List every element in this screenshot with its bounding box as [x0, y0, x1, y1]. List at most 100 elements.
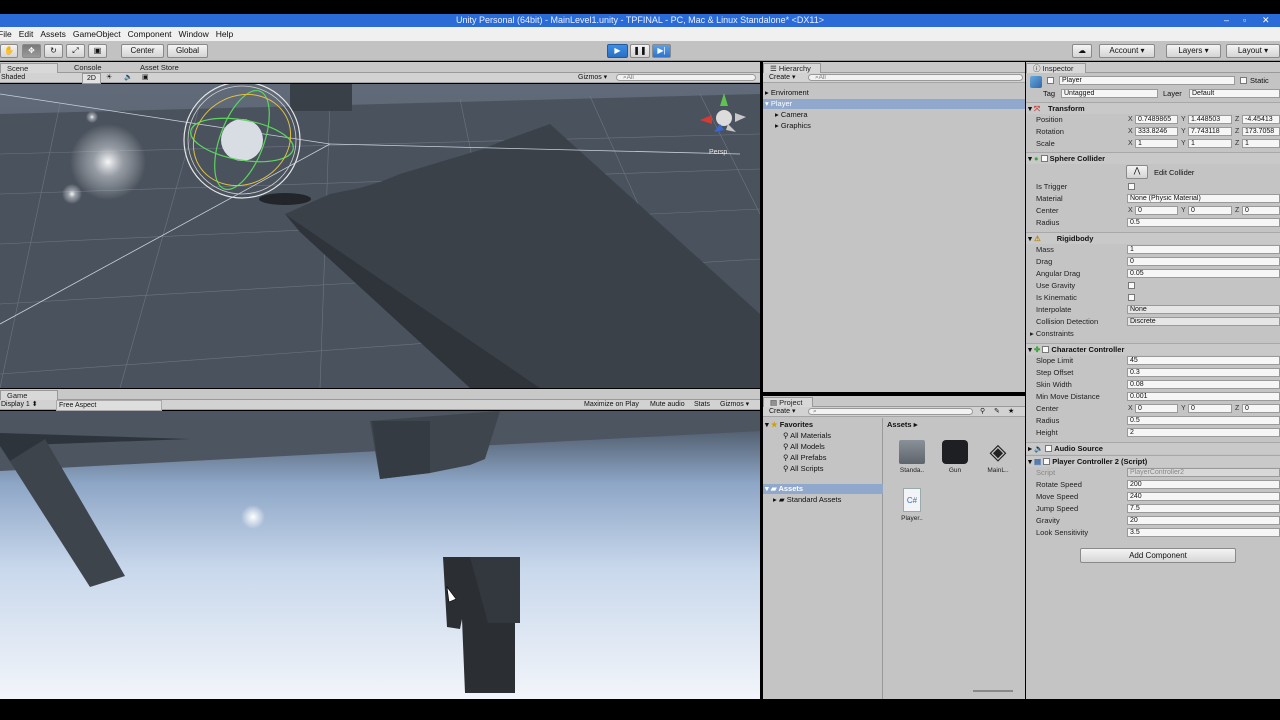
menu-edit[interactable]: Edit [17, 27, 39, 41]
rotate-tool-icon[interactable]: ↻ [44, 44, 63, 58]
jump-speed-field[interactable]: 7.5 [1127, 504, 1280, 513]
tab-inspector[interactable]: ⓘ Inspector [1026, 63, 1086, 73]
move-speed-field[interactable]: 240 [1127, 492, 1280, 501]
2d-toggle[interactable]: 2D [82, 73, 101, 84]
asset-player-script[interactable]: C# Player.. [893, 488, 931, 522]
account-dropdown[interactable]: Account ▾ [1099, 44, 1155, 58]
game-viewport[interactable] [0, 411, 760, 699]
maximize-icon[interactable]: ▫ [1243, 14, 1246, 27]
gameobject-active-checkbox[interactable] [1047, 77, 1054, 84]
rotate-speed-field[interactable]: 200 [1127, 480, 1280, 489]
audio-source-header[interactable]: ▸ 🔈 Audio Source [1026, 442, 1280, 454]
effects-toggle-icon[interactable]: ▣ [142, 73, 149, 82]
slope-limit-field[interactable]: 45 [1127, 356, 1280, 365]
transform-header[interactable]: ▾ ⤧ Transform [1026, 102, 1280, 114]
tab-project[interactable]: ▤ Project [763, 397, 813, 407]
scale-z-field[interactable]: 1 [1242, 139, 1280, 148]
position-y-field[interactable]: 1.448503 [1188, 115, 1232, 124]
sphere-collider-header[interactable]: ▾ ● Sphere Collider [1026, 152, 1280, 164]
filter-label-icon[interactable]: ✎ [994, 407, 1000, 416]
collider-center-y-field[interactable]: 0 [1188, 206, 1232, 215]
hierarchy-create-dropdown[interactable]: Create ▾ [769, 73, 795, 82]
asset-mainlevel1[interactable]: ◈ MainL.. [979, 440, 1017, 475]
menu-assets[interactable]: Assets [38, 27, 71, 41]
display-dropdown[interactable]: Display 1 ⬍ [1, 400, 38, 409]
tab-hierarchy[interactable]: ☰ Hierarchy [763, 63, 821, 73]
mass-field[interactable]: 1 [1127, 245, 1280, 254]
project-search-input[interactable]: ⌕ [808, 408, 973, 415]
menu-gameobject[interactable]: GameObject [71, 27, 126, 41]
static-checkbox[interactable] [1240, 77, 1247, 84]
favorite-star-icon[interactable]: ★ [1008, 407, 1014, 416]
tab-console[interactable]: Console [68, 63, 108, 73]
menu-help[interactable]: Help [214, 27, 238, 41]
favorite-item[interactable]: ⚲ All Prefabs [783, 453, 826, 463]
layout-dropdown[interactable]: Layout ▾ [1226, 44, 1280, 58]
minimize-icon[interactable]: – [1224, 14, 1229, 27]
hierarchy-item-camera[interactable]: ▸ Camera [775, 110, 808, 120]
skin-width-field[interactable]: 0.08 [1127, 380, 1280, 389]
gizmos-dropdown[interactable]: Gizmos ▾ [578, 73, 607, 82]
favorite-item[interactable]: ⚲ All Materials [783, 431, 831, 441]
audio-toggle-icon[interactable]: 🔈 [124, 73, 133, 82]
close-icon[interactable]: ✕ [1262, 14, 1270, 27]
scale-y-field[interactable]: 1 [1188, 139, 1232, 148]
add-component-button[interactable]: Add Component [1080, 548, 1236, 563]
collision-detection-dropdown[interactable]: Discrete [1127, 317, 1280, 326]
asset-folder-standard-assets[interactable]: Standa.. [893, 440, 931, 474]
position-z-field[interactable]: -4.45413 [1242, 115, 1280, 124]
rigidbody-header[interactable]: ▾ ⚠ Rigidbody [1026, 232, 1280, 244]
controller-center-z-field[interactable]: 0 [1242, 404, 1280, 413]
asset-gun[interactable]: Gun [936, 440, 974, 474]
sphere-collider-enabled-checkbox[interactable] [1040, 155, 1048, 162]
icon-size-slider[interactable] [973, 690, 1013, 692]
rect-tool-icon[interactable]: ▣ [88, 44, 107, 58]
is-kinematic-checkbox[interactable] [1128, 294, 1135, 301]
pause-button[interactable]: ❚❚ [630, 44, 650, 58]
scene-viewport[interactable]: Persp [0, 84, 760, 388]
is-trigger-checkbox[interactable] [1128, 183, 1135, 190]
controller-center-y-field[interactable]: 0 [1188, 404, 1232, 413]
rotation-z-field[interactable]: 173.7058 [1242, 127, 1280, 136]
controller-radius-field[interactable]: 0.5 [1127, 416, 1280, 425]
gravity-field[interactable]: 20 [1127, 516, 1280, 525]
play-button[interactable]: ▶ [607, 44, 628, 58]
hierarchy-search-input[interactable]: ⌕All [808, 74, 1023, 81]
favorite-item[interactable]: ⚲ All Scripts [783, 464, 824, 474]
persp-label[interactable]: Persp [709, 149, 727, 156]
tab-asset-store[interactable]: Asset Store [134, 63, 185, 73]
player-controller-enabled-checkbox[interactable] [1043, 458, 1051, 465]
assets-folder[interactable]: ▾ ▰ Assets [763, 484, 883, 494]
drag-field[interactable]: 0 [1127, 257, 1280, 266]
rotation-y-field[interactable]: 7.743118 [1188, 127, 1232, 136]
cloud-icon[interactable]: ☁ [1072, 44, 1092, 58]
assets-breadcrumb[interactable]: Assets ▸ [887, 420, 917, 430]
scale-x-field[interactable]: 1 [1135, 139, 1178, 148]
audio-source-enabled-checkbox[interactable] [1045, 445, 1053, 452]
step-button[interactable]: ▶| [652, 44, 671, 58]
collider-center-x-field[interactable]: 0 [1135, 206, 1178, 215]
menu-file[interactable]: File [0, 27, 17, 41]
character-controller-enabled-checkbox[interactable] [1042, 346, 1050, 353]
edit-collider-button[interactable]: ⋀ [1126, 165, 1148, 179]
player-controller-header[interactable]: ▾ ▤ Player Controller 2 (Script) [1026, 455, 1280, 467]
maximize-on-play-toggle[interactable]: Maximize on Play [584, 400, 639, 409]
tag-dropdown[interactable]: Untagged [1061, 89, 1158, 98]
character-controller-header[interactable]: ▾ ✤ Character Controller [1026, 343, 1280, 355]
hierarchy-item-graphics[interactable]: ▸ Graphics [775, 121, 811, 131]
stats-toggle[interactable]: Stats [694, 400, 710, 409]
min-move-distance-field[interactable]: 0.001 [1127, 392, 1280, 401]
material-field[interactable]: None (Physic Material) [1127, 194, 1280, 203]
filter-type-icon[interactable]: ⚲ [980, 407, 985, 416]
pivot-center-button[interactable]: Center [121, 44, 164, 58]
rotation-x-field[interactable]: 333.8246 [1135, 127, 1178, 136]
look-sensitivity-field[interactable]: 3.5 [1127, 528, 1280, 537]
collider-center-z-field[interactable]: 0 [1242, 206, 1280, 215]
tab-scene[interactable]: Scene [0, 63, 58, 73]
controller-center-x-field[interactable]: 0 [1135, 404, 1178, 413]
object-name-field[interactable]: Player [1059, 76, 1235, 85]
project-create-dropdown[interactable]: Create ▾ [769, 407, 795, 416]
tab-game[interactable]: Game [0, 390, 58, 400]
hierarchy-item-enviroment[interactable]: ▸ Enviroment [765, 88, 809, 98]
collider-radius-field[interactable]: 0.5 [1127, 218, 1280, 227]
